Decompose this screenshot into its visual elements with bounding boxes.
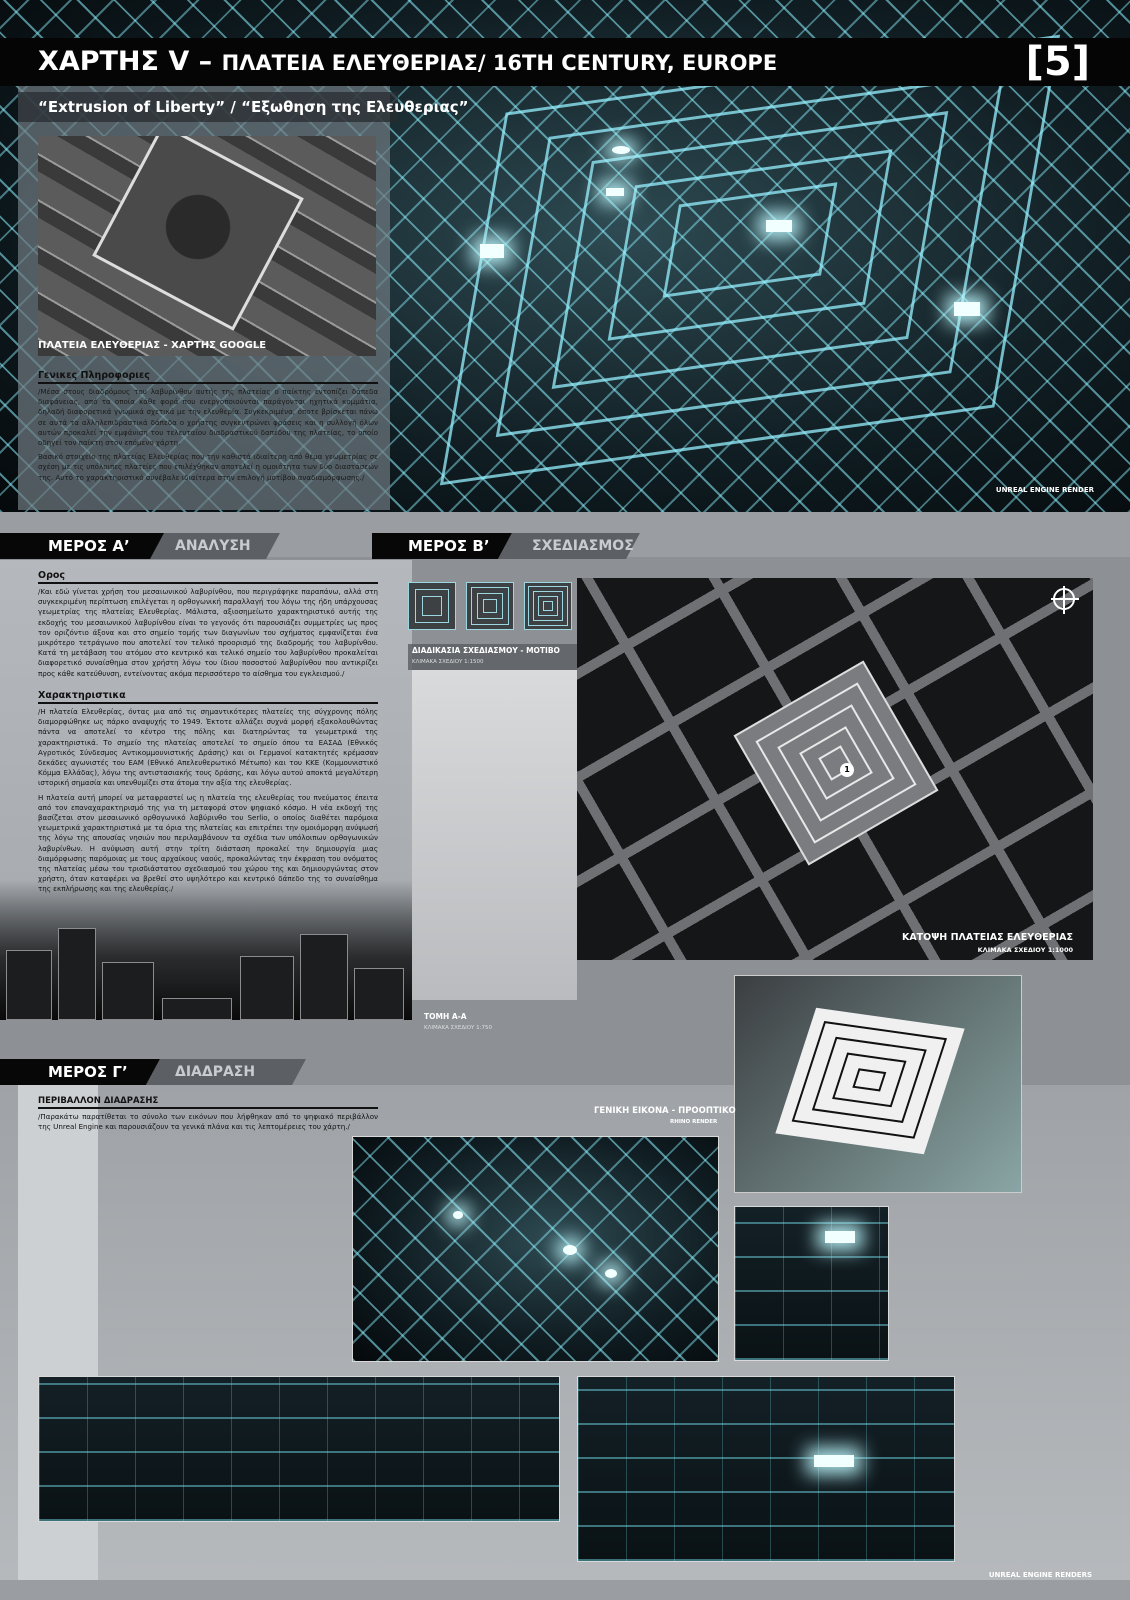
- light-pad: [480, 244, 504, 258]
- environment-heading: ΠΕΡΙΒΑΛΛΟΝ ΔΙΑΔΡΑΣΗΣ: [38, 1096, 378, 1109]
- general-info-p1: /Μέσα στους διαδρόμους του λαβυρίνθου αυ…: [38, 387, 378, 448]
- light-pad: [605, 1269, 617, 1278]
- general-info: Γενικες Πληροφοριες /Μέσα στους διαδρόμο…: [38, 370, 378, 483]
- oros-heading: Ορος: [38, 570, 378, 584]
- part-a-subtab: ΑΝΑΛΥΣΗ: [175, 538, 251, 554]
- light-pad: [563, 1245, 577, 1255]
- unreal-render-perspective: [352, 1136, 719, 1362]
- unreal-render-detail-2: [38, 1376, 560, 1522]
- page-subtitle: “Extrusion of Liberty” / “Εξωθηση της Ελ…: [38, 98, 469, 116]
- oros-text: /Και εδώ γίνεται χρήση του μεσαιωνικού λ…: [38, 587, 378, 678]
- unreal-render-detail-3: [577, 1376, 955, 1562]
- rhino-render-label: RHINO RENDER: [670, 1119, 718, 1125]
- building: [354, 968, 404, 1020]
- aerial-caption: ΠΛΑΤΕΙΑ ΕΛΕΥΘΕΡΙΑΣ - ΧΑΡΤΗΣ GOOGLE: [38, 340, 267, 351]
- section-title: ΤΟΜΗ Α-Α: [424, 1012, 467, 1021]
- motif-scale: ΚΛΙΜΑΚΑ ΣΧΕΔΙΟΥ 1:1500: [412, 659, 484, 665]
- bottom-strip: [0, 1580, 1130, 1600]
- building: [58, 928, 96, 1020]
- part-a-tab: ΜΕΡΟΣ Α’: [48, 537, 130, 555]
- plan-marker: 1: [840, 763, 854, 777]
- aerial-photo: [38, 136, 376, 356]
- page-title: ΧΑΡΤΗΣ V – ΠΛΑΤΕΙΑ ΕΛΕΥΘΕΡΙΑΣ/ 16TH CENT…: [38, 38, 777, 87]
- motif-label: ΔΙΑΔΙΚΑΣΙΑ ΣΧΕΔΙΑΣΜΟΥ - ΜΟΤΙΒΟ ΚΛΙΜΑΚΑ Σ…: [412, 646, 572, 665]
- general-view-title: ΓΕΝΙΚΗ ΕΙΚΟΝΑ - ΠΡΟΟΠΤΙΚΟ: [594, 1106, 736, 1116]
- light-pad: [612, 146, 630, 154]
- part-g-subtab: ΔΙΑΔΡΑΣΗ: [175, 1064, 256, 1080]
- general-info-p2: Βασικό στοιχείο της πλατείας Ελευθερίας …: [38, 452, 378, 482]
- characteristics-p1: /Η πλατεία Ελευθερίας, όντας μια από τις…: [38, 707, 378, 788]
- title-rest: ΠΛΑΤΕΙΑ ΕΛΕΥΘΕΡΙΑΣ/ 16TH CENTURY, EUROPE: [221, 51, 778, 75]
- page-number: [5]: [1025, 39, 1090, 85]
- light-pad: [606, 188, 624, 196]
- building: [102, 962, 154, 1020]
- motif-title: ΔΙΑΔΙΚΑΣΙΑ ΣΧΕΔΙΑΣΜΟΥ - ΜΟΤΙΒΟ: [412, 646, 560, 655]
- motif-step-1: [408, 582, 456, 630]
- characteristics-heading: Χαρακτηριστικα: [38, 690, 378, 704]
- light-pad: [954, 302, 980, 316]
- building: [162, 998, 232, 1020]
- part-b-subtab: ΣΧΕΔΙΑΣΜΟΣ: [532, 538, 634, 554]
- motif-step-2: [466, 582, 514, 630]
- plan-title: ΚΑΤΟΨΗ ΠΛΑΤΕΙΑΣ ΕΛΕΥΘΕΡΙΑΣ: [901, 932, 1073, 943]
- aerial-park: [92, 136, 304, 331]
- plan-scale: ΚΛΙΜΑΚΑ ΣΧΕΔΙΟΥ 1:1000: [977, 946, 1073, 954]
- light-pad: [814, 1455, 854, 1467]
- light-pad: [453, 1211, 463, 1219]
- renders-label: UNREAL ENGINE RENDERS: [988, 1571, 1092, 1579]
- title-bar: ΧΑΡΤΗΣ V – ΠΛΑΤΕΙΑ ΕΛΕΥΘΕΡΙΑΣ/ 16TH CENT…: [0, 38, 1130, 86]
- part-g-header: ΜΕΡΟΣ Γ’ ΔΙΑΔΡΑΣΗ: [0, 1059, 310, 1085]
- building: [300, 934, 348, 1020]
- section-elevation-drawing: [0, 880, 412, 1020]
- section-label: ΤΟΜΗ Α-Α ΚΛΙΜΑΚΑ ΣΧΕΔΙΟΥ 1:750: [424, 1012, 492, 1031]
- part-g-tab: ΜΕΡΟΣ Γ’: [48, 1063, 128, 1081]
- light-pad: [825, 1231, 855, 1243]
- characteristics-block: Χαρακτηριστικα /Η πλατεία Ελευθερίας, όν…: [38, 690, 378, 895]
- part-b-tab: ΜΕΡΟΣ Β’: [408, 537, 490, 555]
- oros-block: Ορος /Και εδώ γίνεται χρήση του μεσαιωνι…: [38, 570, 378, 679]
- unreal-render-detail-1: [734, 1206, 889, 1361]
- subtitle-bar: “Extrusion of Liberty” / “Εξωθηση της Ελ…: [18, 92, 469, 122]
- general-info-heading: Γενικες Πληροφοριες: [38, 370, 378, 384]
- environment-text: /Παρακάτω παρατίθεται το σύνολο των εικό…: [38, 1112, 378, 1132]
- site-plan: ΚΑΤΟΨΗ ΠΛΑΤΕΙΑΣ ΕΛΕΥΘΕΡΙΑΣ ΚΛΙΜΑΚΑ ΣΧΕΔΙ…: [577, 578, 1093, 960]
- building: [6, 950, 52, 1020]
- rhino-render: [734, 975, 1022, 1193]
- motif-panel: [412, 670, 577, 1000]
- part-a-header: ΜΕΡΟΣ Α’ ΑΝΑΛΥΣΗ: [0, 533, 420, 559]
- section-scale: ΚΛΙΜΑΚΑ ΣΧΕΔΙΟΥ 1:750: [424, 1025, 493, 1031]
- rhino-maze: [775, 1007, 965, 1155]
- render-label: UNREAL ENGINE RENDER: [995, 486, 1094, 494]
- building: [240, 956, 294, 1020]
- part-b-header: ΜΕΡΟΣ Β’ ΣΧΕΔΙΑΣΜΟΣ: [372, 533, 672, 559]
- motif-step-3: [524, 582, 572, 630]
- title-main: ΧΑΡΤΗΣ V –: [38, 46, 222, 77]
- light-pad: [766, 220, 792, 232]
- environment-block: ΠΕΡΙΒΑΛΛΟΝ ΔΙΑΔΡΑΣΗΣ /Παρακάτω παρατίθετ…: [38, 1096, 378, 1132]
- north-arrow-icon: [1051, 586, 1079, 614]
